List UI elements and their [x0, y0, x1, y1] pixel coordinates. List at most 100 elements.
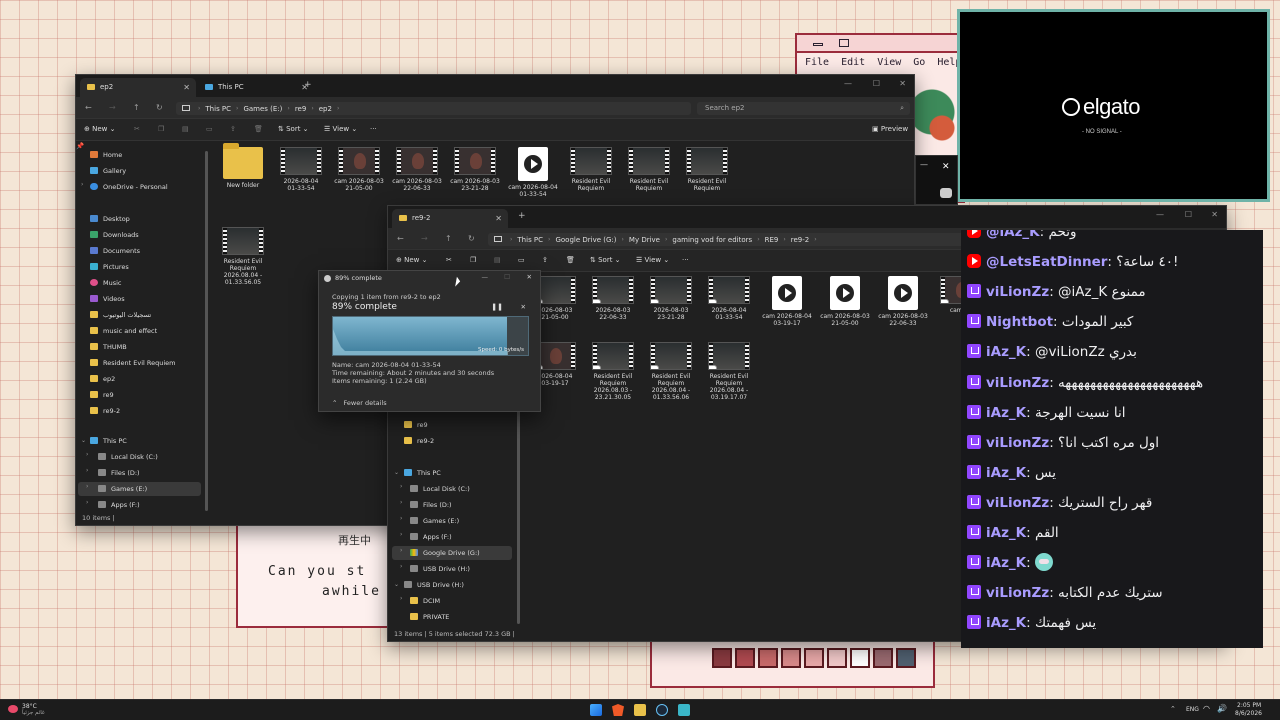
close-tab-icon[interactable]: ✕: [183, 78, 190, 97]
forward-icon[interactable]: →: [109, 103, 116, 112]
refresh-icon[interactable]: ↻: [468, 234, 475, 243]
nav-re9[interactable]: re9: [404, 418, 428, 432]
nav-usb-drive-h[interactable]: USB Drive (H:): [410, 562, 470, 576]
nav-dcim[interactable]: DCIM: [410, 594, 440, 608]
delete-icon[interactable]: 🗑: [254, 125, 263, 133]
paste-icon[interactable]: ▤: [182, 125, 189, 133]
nav-local-disk-c[interactable]: Local Disk (C:): [98, 450, 158, 464]
swatch[interactable]: [735, 648, 755, 668]
breadcrumb[interactable]: › This PC › Games (E:) › re9 › ep2 ›: [176, 102, 691, 115]
nav-scrollbar[interactable]: [205, 151, 208, 511]
chat-username[interactable]: Nightbot: [986, 314, 1053, 330]
nav-this-pc[interactable]: This PC: [404, 466, 441, 480]
chevron-right-icon[interactable]: ›: [400, 563, 402, 570]
swatch[interactable]: [758, 648, 778, 668]
chat-username[interactable]: viLionZz: [986, 585, 1049, 601]
chevron-down-icon[interactable]: ⌄: [394, 581, 399, 588]
swatch[interactable]: [873, 648, 893, 668]
tab-this-pc[interactable]: This PC ✕: [198, 78, 314, 97]
crumb-this-pc[interactable]: This PC: [517, 236, 543, 244]
chevron-right-icon[interactable]: ›: [400, 515, 402, 522]
swatch[interactable]: [896, 648, 916, 668]
chevron-right-icon[interactable]: ›: [86, 451, 88, 458]
chat-username[interactable]: @iAz_K: [986, 230, 1040, 240]
chevron-right-icon[interactable]: ›: [400, 499, 402, 506]
crumb-re9[interactable]: re9: [295, 105, 306, 113]
nav-ep2[interactable]: ep2: [90, 372, 115, 386]
cancel-icon[interactable]: ✕: [521, 303, 526, 311]
rename-icon[interactable]: ▭: [206, 125, 213, 133]
refresh-icon[interactable]: ↻: [156, 103, 163, 112]
steam-icon[interactable]: [656, 704, 668, 716]
chat-username[interactable]: viLionZz: [986, 495, 1049, 511]
chevron-right-icon[interactable]: ›: [400, 547, 402, 554]
minimize-icon[interactable]: —: [1156, 210, 1164, 219]
volume-icon[interactable]: 🔊: [1217, 704, 1227, 713]
nav-private[interactable]: PRIVATE: [410, 610, 449, 624]
chat-username[interactable]: iAz_K: [986, 555, 1026, 571]
chevron-right-icon[interactable]: ›: [86, 483, 88, 490]
retro-menu-go[interactable]: Go: [913, 57, 925, 68]
file-item[interactable]: cam 2026-08-03 21-05-00: [818, 276, 872, 327]
chevron-right-icon[interactable]: ›: [86, 499, 88, 506]
forward-icon[interactable]: →: [421, 234, 428, 243]
wifi-icon[interactable]: ◠: [1203, 704, 1210, 713]
nav-google-drive-g[interactable]: Google Drive (G:): [392, 546, 512, 560]
copy-icon[interactable]: ❐: [158, 125, 164, 133]
view-button[interactable]: ☰ View ⌄: [636, 256, 669, 264]
chevron-right-icon[interactable]: ›: [86, 467, 88, 474]
maximize-icon[interactable]: ☐: [504, 273, 510, 281]
brave-browser-icon[interactable]: [612, 704, 624, 716]
nav-files-d[interactable]: Files (D:): [410, 498, 452, 512]
chevron-down-icon[interactable]: ⌄: [81, 437, 86, 444]
retro-menu-edit[interactable]: Edit: [841, 57, 865, 68]
file-item[interactable]: Resident Evil Requiem 2026.08.04 - 01.33…: [216, 227, 270, 286]
swatch[interactable]: [827, 648, 847, 668]
back-icon[interactable]: ←: [85, 103, 92, 112]
retro-maximize-icon[interactable]: [839, 39, 849, 47]
maximize-icon[interactable]: ☐: [1185, 210, 1192, 219]
nav-resident-evil-requiem[interactable]: Resident Evil Requiem: [90, 356, 176, 370]
chat-username[interactable]: iAz_K: [986, 465, 1026, 481]
chat-username[interactable]: viLionZz: [986, 284, 1049, 300]
nav-downloads[interactable]: Downloads: [90, 228, 139, 242]
sort-button[interactable]: ⇅ Sort ⌄: [590, 256, 621, 264]
file-item[interactable]: cam 2026-08-03 21-05-00: [332, 147, 386, 192]
crumb-re9-2[interactable]: re9-2: [791, 236, 809, 244]
file-item[interactable]: New folder: [216, 143, 270, 189]
tab-ep2[interactable]: ep2 ✕: [80, 78, 196, 97]
file-item[interactable]: 2026-08-03 22-06-33: [586, 276, 640, 321]
swatch[interactable]: [781, 648, 801, 668]
more-options-button[interactable]: ···: [682, 256, 689, 264]
nav-music-and-effect[interactable]: music and effect: [90, 324, 157, 338]
retro-menu-view[interactable]: View: [877, 57, 901, 68]
nav-desktop[interactable]: Desktop: [90, 212, 130, 226]
nav-re9-2[interactable]: re9-2: [90, 404, 120, 418]
nav-videos[interactable]: Videos: [90, 292, 125, 306]
nav-pictures[interactable]: Pictures: [90, 260, 129, 274]
view-button[interactable]: ☰ View ⌄: [324, 125, 357, 133]
new-tab-icon[interactable]: +: [304, 80, 312, 90]
sort-button[interactable]: ⇅ Sort ⌄: [278, 125, 309, 133]
nav-youtube-recordings[interactable]: تسجيلات اليوتيوب: [90, 308, 151, 322]
chevron-right-icon[interactable]: ›: [81, 181, 83, 188]
close-icon[interactable]: ✕: [1211, 210, 1218, 219]
file-item[interactable]: cam 2026-08-03 23-21-28: [448, 147, 502, 192]
cut-icon[interactable]: ✂: [446, 256, 452, 264]
new-tab-icon[interactable]: +: [518, 211, 526, 221]
tab-re9-2[interactable]: re9-2 ✕: [392, 209, 508, 228]
nav-music[interactable]: Music: [90, 276, 122, 290]
search-input[interactable]: Search ep2 ⌕: [697, 102, 910, 115]
close-icon[interactable]: ✕: [942, 162, 950, 172]
nav-apps-f[interactable]: Apps (F:): [410, 530, 452, 544]
preview-button[interactable]: ▣ Preview: [872, 125, 908, 133]
file-item[interactable]: 2026-08-03 23-21-28: [644, 276, 698, 321]
nav-re9-2[interactable]: re9-2: [404, 434, 434, 448]
nav-documents[interactable]: Documents: [90, 244, 140, 258]
clock-time[interactable]: 2:05 PM: [1237, 702, 1261, 709]
file-item[interactable]: cam 2026-08-03 22-06-33: [390, 147, 444, 192]
start-icon[interactable]: [590, 704, 602, 716]
chat-username[interactable]: viLionZz: [986, 435, 1049, 451]
app-icon[interactable]: [678, 704, 690, 716]
share-icon[interactable]: ⇪: [230, 125, 236, 133]
